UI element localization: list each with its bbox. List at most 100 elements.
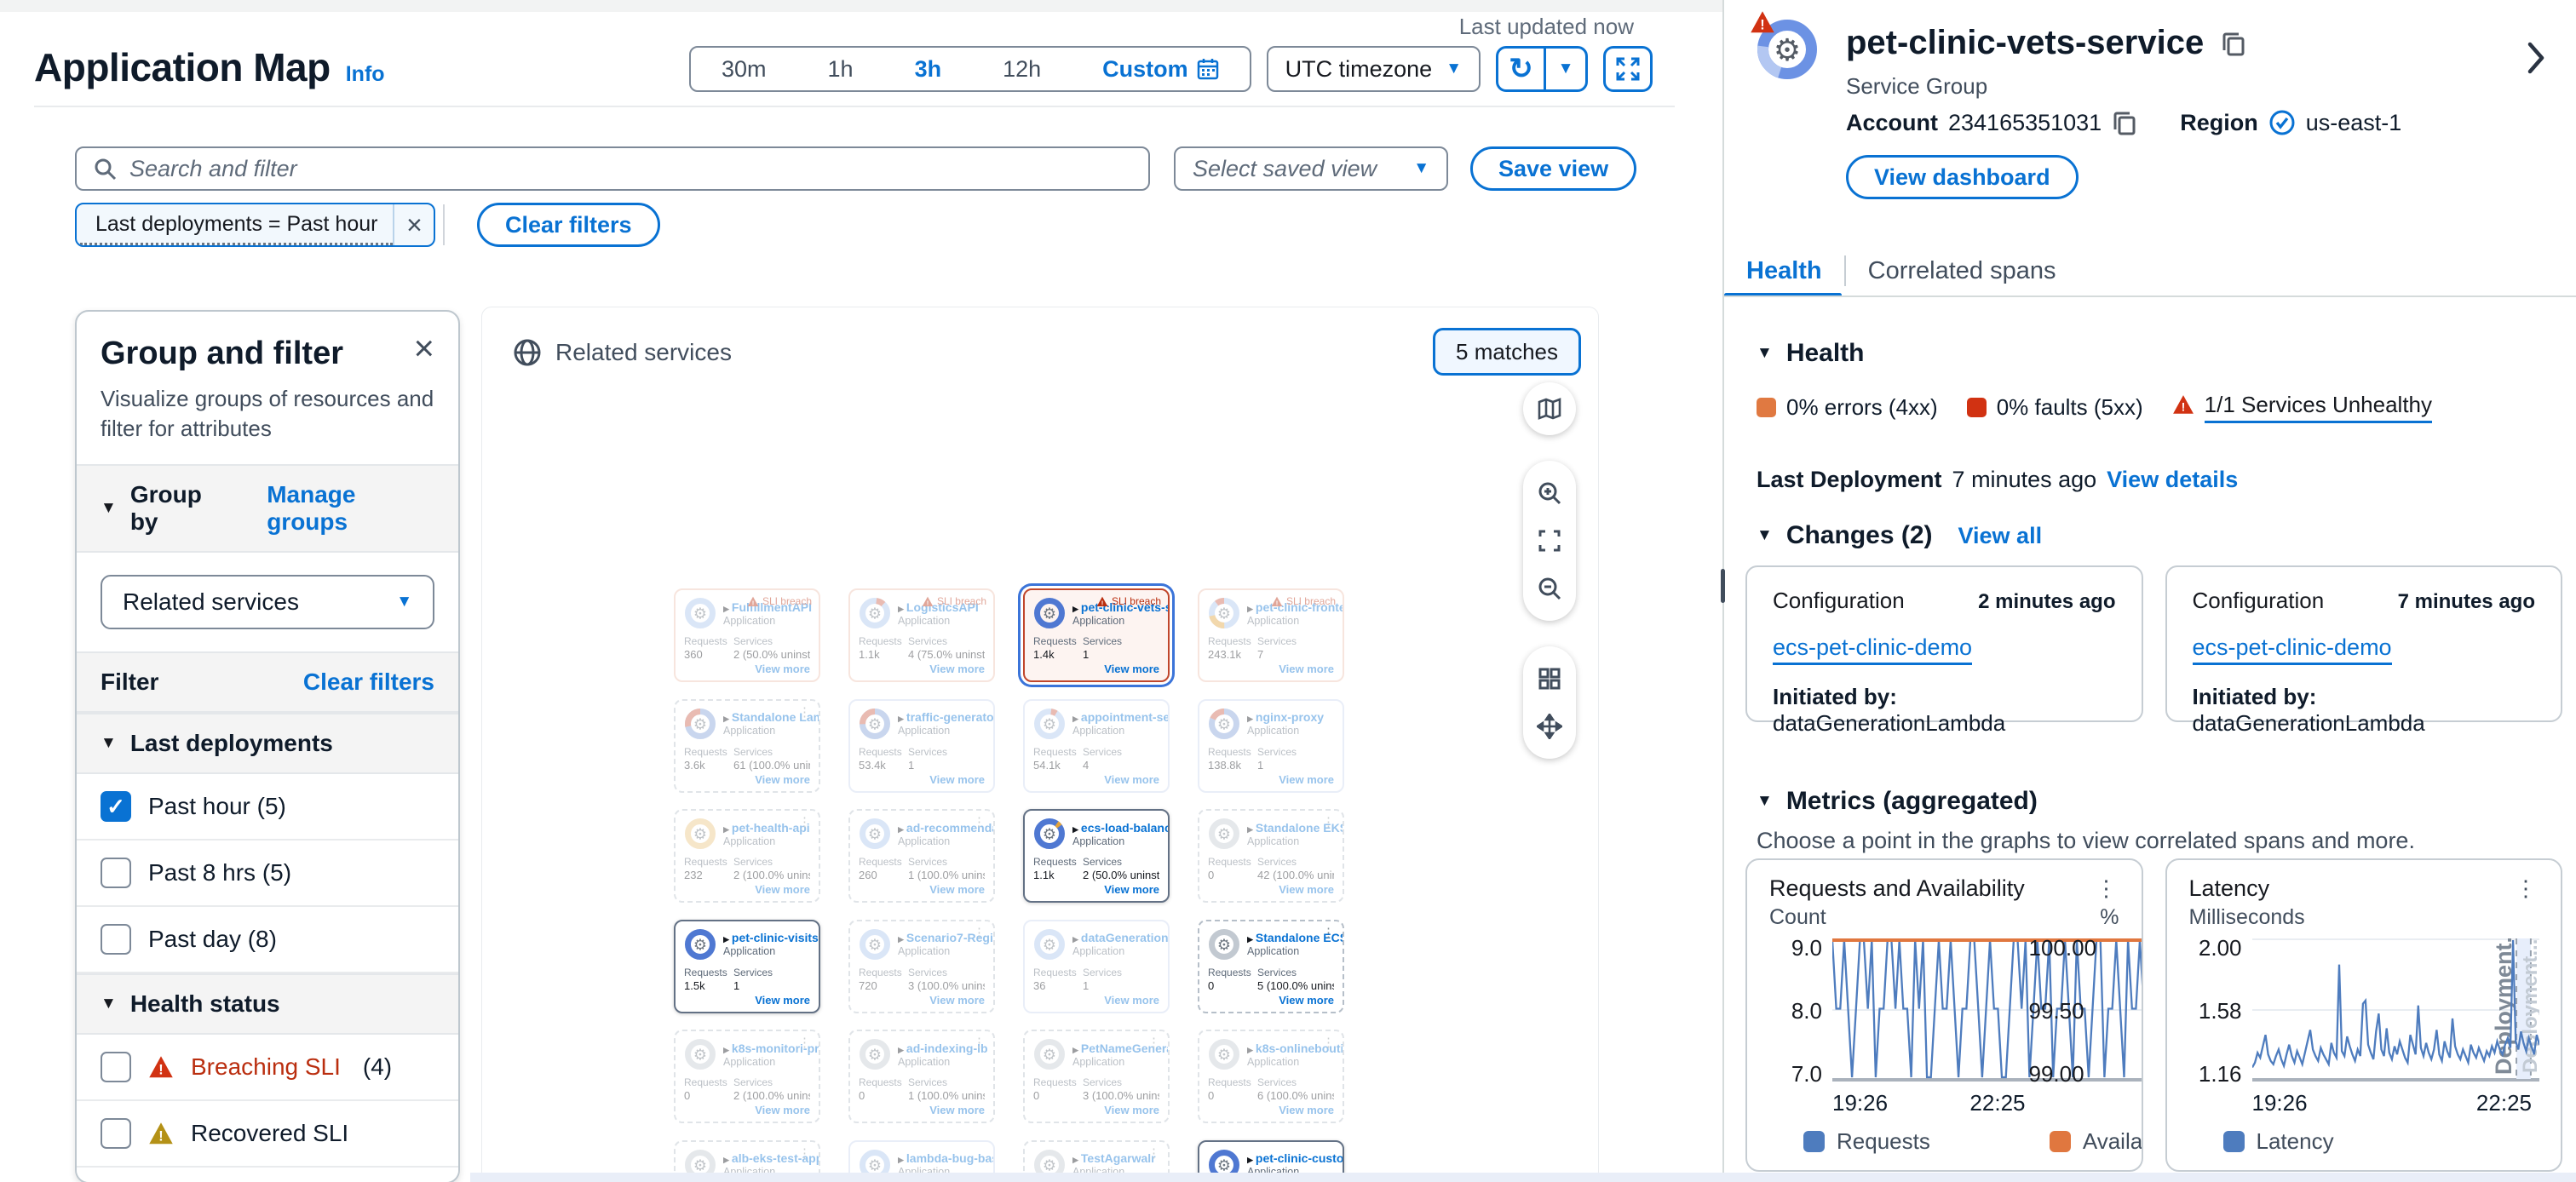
search-input[interactable]: Search and filter (75, 146, 1150, 191)
service-name[interactable]: ▶TestAgarwalr (1072, 1151, 1156, 1165)
group-by-select[interactable]: Related services ▼ (101, 575, 434, 629)
kebab-menu-icon[interactable]: ⋮ (1147, 1145, 1161, 1161)
clear-filters-button[interactable]: Clear filters (477, 203, 660, 247)
service-card-traffic-generator[interactable]: ⚙▶traffic-generatorApplicationRequestsSe… (848, 699, 995, 793)
service-name[interactable]: ▶nginx-proxy (1247, 710, 1324, 724)
kebab-menu-icon[interactable]: ⋮ (2096, 875, 2119, 902)
kebab-menu-icon[interactable]: ⋮ (1322, 1035, 1336, 1050)
save-view-button[interactable]: Save view (1470, 146, 1636, 191)
panel-resize-handle[interactable] (1721, 569, 1725, 603)
copy-icon[interactable] (2112, 110, 2137, 135)
refresh-button[interactable]: ↻ (1498, 49, 1546, 89)
filter-option-row[interactable]: !Recovered SLI (77, 1101, 458, 1168)
view-more-link[interactable]: View more (755, 883, 810, 896)
service-name[interactable]: ▶ecs-load-balancer (1072, 821, 1168, 835)
info-link[interactable]: Info (346, 62, 385, 87)
metrics-section-header[interactable]: ▼ Metrics (aggregated) (1757, 787, 2038, 816)
kebab-menu-icon[interactable]: ⋮ (1322, 925, 1336, 940)
change-resource-link[interactable]: ecs-pet-clinic-demo (1773, 634, 1972, 665)
service-name[interactable]: ▶appointment-service-g... (1072, 710, 1168, 724)
view-more-link[interactable]: View more (755, 773, 810, 786)
filter-option-row[interactable]: Past 8 hrs (5) (77, 841, 458, 907)
checkbox[interactable] (101, 1118, 131, 1149)
kebab-menu-icon[interactable]: ⋮ (1322, 814, 1336, 829)
view-more-link[interactable]: View more (929, 663, 985, 675)
health-section-header[interactable]: ▼ Health (1757, 339, 1865, 368)
view-dashboard-button[interactable]: View dashboard (1846, 155, 2079, 199)
filter-section-last-deployments[interactable]: ▼Last deployments (77, 713, 458, 774)
service-card-standalone-ecs[interactable]: ⚙▶Standalone ECSApplicationRequestsServi… (1198, 920, 1344, 1013)
kebab-menu-icon[interactable]: ⋮ (973, 1035, 986, 1050)
checkbox[interactable]: ✓ (101, 791, 131, 822)
service-card-ecs-load-balancer[interactable]: ⚙▶ecs-load-balancerApplicationRequestsSe… (1023, 809, 1170, 903)
service-name[interactable]: ▶lambda-bug-bash (898, 1151, 993, 1165)
view-more-link[interactable]: View more (1104, 994, 1159, 1007)
time-range-custom[interactable]: Custom (1072, 48, 1250, 90)
checkbox[interactable] (101, 1052, 131, 1082)
service-card-pet-clinic-frontend-java[interactable]: ⚙▶pet-clinic-frontend-javaApplicationReq… (1198, 588, 1344, 682)
kebab-menu-icon[interactable]: ⋮ (798, 814, 812, 829)
filter-option-row[interactable]: Past day (8) (77, 907, 458, 973)
service-card-appointment-service-g-[interactable]: ⚙▶appointment-service-g...ApplicationReq… (1023, 699, 1170, 793)
chart-plot[interactable]: Deployment...Deployment... (2252, 938, 2539, 1082)
saved-view-select[interactable]: Select saved view ▼ (1174, 146, 1448, 191)
filter-option-row[interactable]: !Breaching SLI(4) (77, 1035, 458, 1101)
grid-button[interactable] (1523, 655, 1576, 703)
service-card-ad-recommendation-lb[interactable]: ⚙▶ad-recommendation-lbApplicationRequest… (848, 809, 995, 903)
fullscreen-button[interactable] (1603, 46, 1653, 92)
change-resource-link[interactable]: ecs-pet-clinic-demo (2193, 634, 2392, 665)
service-card-datagenerationlambda[interactable]: ⚙▶dataGenerationLambdaApplicationRequest… (1023, 920, 1170, 1013)
services-unhealthy-link[interactable]: 1/1 Services Unhealthy (2205, 392, 2432, 423)
view-details-link[interactable]: View details (2107, 467, 2238, 493)
service-name[interactable]: ▶pet-health-api (723, 821, 810, 835)
zoom-out-button[interactable] (1523, 565, 1576, 612)
view-more-link[interactable]: View more (1104, 773, 1159, 786)
time-range-30m[interactable]: 30m (691, 48, 797, 90)
close-panel-button[interactable]: × (413, 336, 434, 361)
view-more-link[interactable]: View more (929, 773, 985, 786)
view-more-link[interactable]: View more (755, 1104, 810, 1116)
kebab-menu-icon[interactable]: ⋮ (2515, 875, 2539, 902)
filter-chip-close-button[interactable]: × (393, 204, 434, 245)
kebab-menu-icon[interactable]: ⋮ (1147, 1035, 1161, 1050)
view-more-link[interactable]: View more (1279, 883, 1334, 896)
service-card-logisticsapi[interactable]: ⚙▶LogisticsAPIApplicationRequestsService… (848, 588, 995, 682)
manage-groups-link[interactable]: Manage groups (267, 481, 434, 536)
view-all-link[interactable]: View all (1958, 523, 2043, 549)
copy-icon[interactable] (2221, 31, 2246, 56)
checkbox[interactable] (101, 924, 131, 955)
service-card-standalone-lambda[interactable]: ⚙▶Standalone LambdaApplicationRequestsSe… (674, 699, 820, 793)
refresh-options-button[interactable]: ▼ (1546, 49, 1585, 89)
application-map-canvas[interactable]: Related services 5 matches ⚙▶Fulfillment… (481, 307, 1599, 1182)
view-more-link[interactable]: View more (929, 1104, 985, 1116)
pan-button[interactable] (1523, 703, 1576, 750)
kebab-menu-icon[interactable]: ⋮ (798, 1035, 812, 1050)
time-range-12h[interactable]: 12h (972, 48, 1072, 90)
service-card-k8s-monitori-prometh-[interactable]: ⚙▶k8s-monitori-prometh...ApplicationRequ… (674, 1030, 820, 1123)
group-by-section-header[interactable]: ▼ Group by Manage groups (77, 464, 458, 553)
service-card-fulfillmentapi[interactable]: ⚙▶FulfillmentAPIApplicationRequestsServi… (674, 588, 820, 682)
service-name[interactable]: ▶traffic-generator (898, 710, 993, 724)
filter-option-row[interactable]: Server faults 5xx (>5%)(7) (77, 1168, 458, 1182)
service-card-petnamegenerator[interactable]: ⚙▶PetNameGeneratorApplicationRequestsSer… (1023, 1030, 1170, 1123)
kebab-menu-icon[interactable]: ⋮ (798, 1145, 812, 1161)
service-card-standalone-eks[interactable]: ⚙▶Standalone EKSApplicationRequestsServi… (1198, 809, 1344, 903)
chevron-right-icon[interactable] (2525, 41, 2547, 79)
service-card-k8s-onlineboutique-60-[interactable]: ⚙▶k8s-onlineboutique-60...ApplicationReq… (1198, 1030, 1344, 1123)
service-name[interactable]: ▶pet-clinic-visits-service (723, 931, 819, 944)
kebab-menu-icon[interactable]: ⋮ (973, 925, 986, 940)
clear-filters-link[interactable]: Clear filters (303, 668, 434, 696)
view-more-link[interactable]: View more (1279, 1104, 1334, 1116)
view-more-link[interactable]: View more (755, 663, 810, 675)
tab-health[interactable]: Health (1724, 249, 1844, 293)
timezone-select[interactable]: UTC timezone ▼ (1267, 46, 1481, 92)
tab-correlated-spans[interactable]: Correlated spans (1846, 249, 2079, 293)
checkbox[interactable] (101, 858, 131, 888)
kebab-menu-icon[interactable]: ⋮ (973, 814, 986, 829)
service-card-pet-clinic-visits-service[interactable]: ⚙▶pet-clinic-visits-serviceApplicationRe… (674, 920, 820, 1013)
view-more-link[interactable]: View more (929, 883, 985, 896)
time-range-3h[interactable]: 3h (884, 48, 973, 90)
kebab-menu-icon[interactable]: ⋮ (798, 704, 812, 720)
view-more-link[interactable]: View more (1279, 663, 1334, 675)
view-more-link[interactable]: View more (1279, 994, 1334, 1007)
